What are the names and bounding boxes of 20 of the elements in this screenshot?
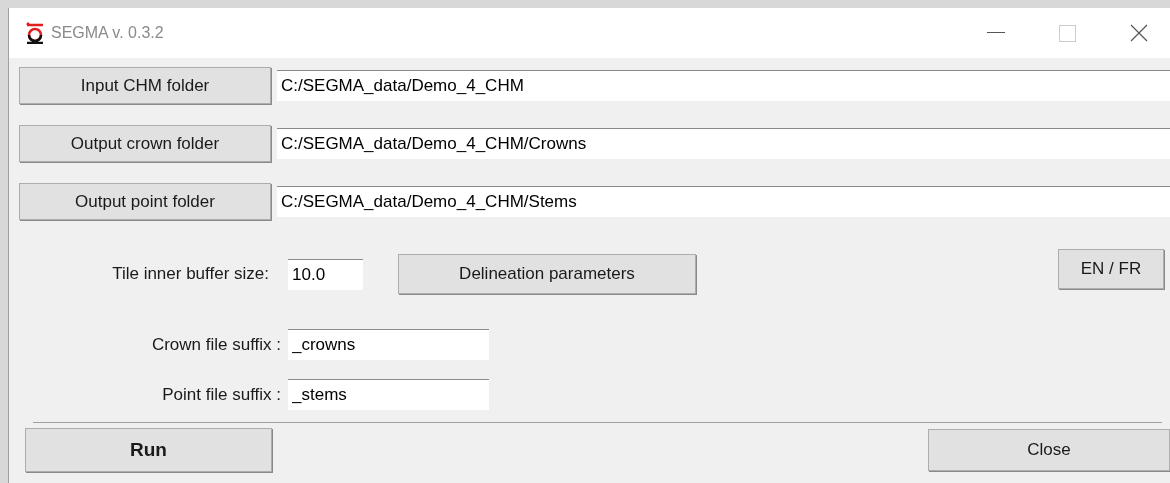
close-icon[interactable] bbox=[1130, 24, 1148, 42]
folder-path-field[interactable]: C:/SEGMA_data/Demo_4_CHM bbox=[277, 70, 1170, 101]
folder-button[interactable]: Output crown folder bbox=[19, 125, 271, 162]
language-toggle-button[interactable]: EN / FR bbox=[1058, 249, 1164, 289]
window-title: SEGMA v. 0.3.2 bbox=[51, 23, 164, 43]
delineation-parameters-button[interactable]: Delineation parameters bbox=[398, 254, 696, 294]
minimize-icon[interactable] bbox=[987, 32, 1005, 34]
folder-button[interactable]: Input CHM folder bbox=[19, 67, 271, 104]
buffer-size-field[interactable]: 10.0 bbox=[288, 258, 363, 290]
folder-path-field[interactable]: C:/SEGMA_data/Demo_4_CHM/Stems bbox=[277, 186, 1170, 217]
suffix-label: Crown file suffix : bbox=[150, 333, 281, 356]
suffix-label: Point file suffix : bbox=[161, 383, 281, 406]
app-logo-icon bbox=[25, 22, 45, 44]
close-button[interactable]: Close bbox=[928, 429, 1170, 471]
suffix-field[interactable]: _stems bbox=[288, 379, 489, 410]
buffer-size-label: Tile inner buffer size: bbox=[111, 263, 269, 286]
run-button[interactable]: Run bbox=[25, 428, 272, 472]
folder-path-field[interactable]: C:/SEGMA_data/Demo_4_CHM/Crowns bbox=[277, 128, 1170, 159]
suffix-field[interactable]: _crowns bbox=[288, 329, 489, 360]
folder-button[interactable]: Output point folder bbox=[19, 183, 271, 220]
